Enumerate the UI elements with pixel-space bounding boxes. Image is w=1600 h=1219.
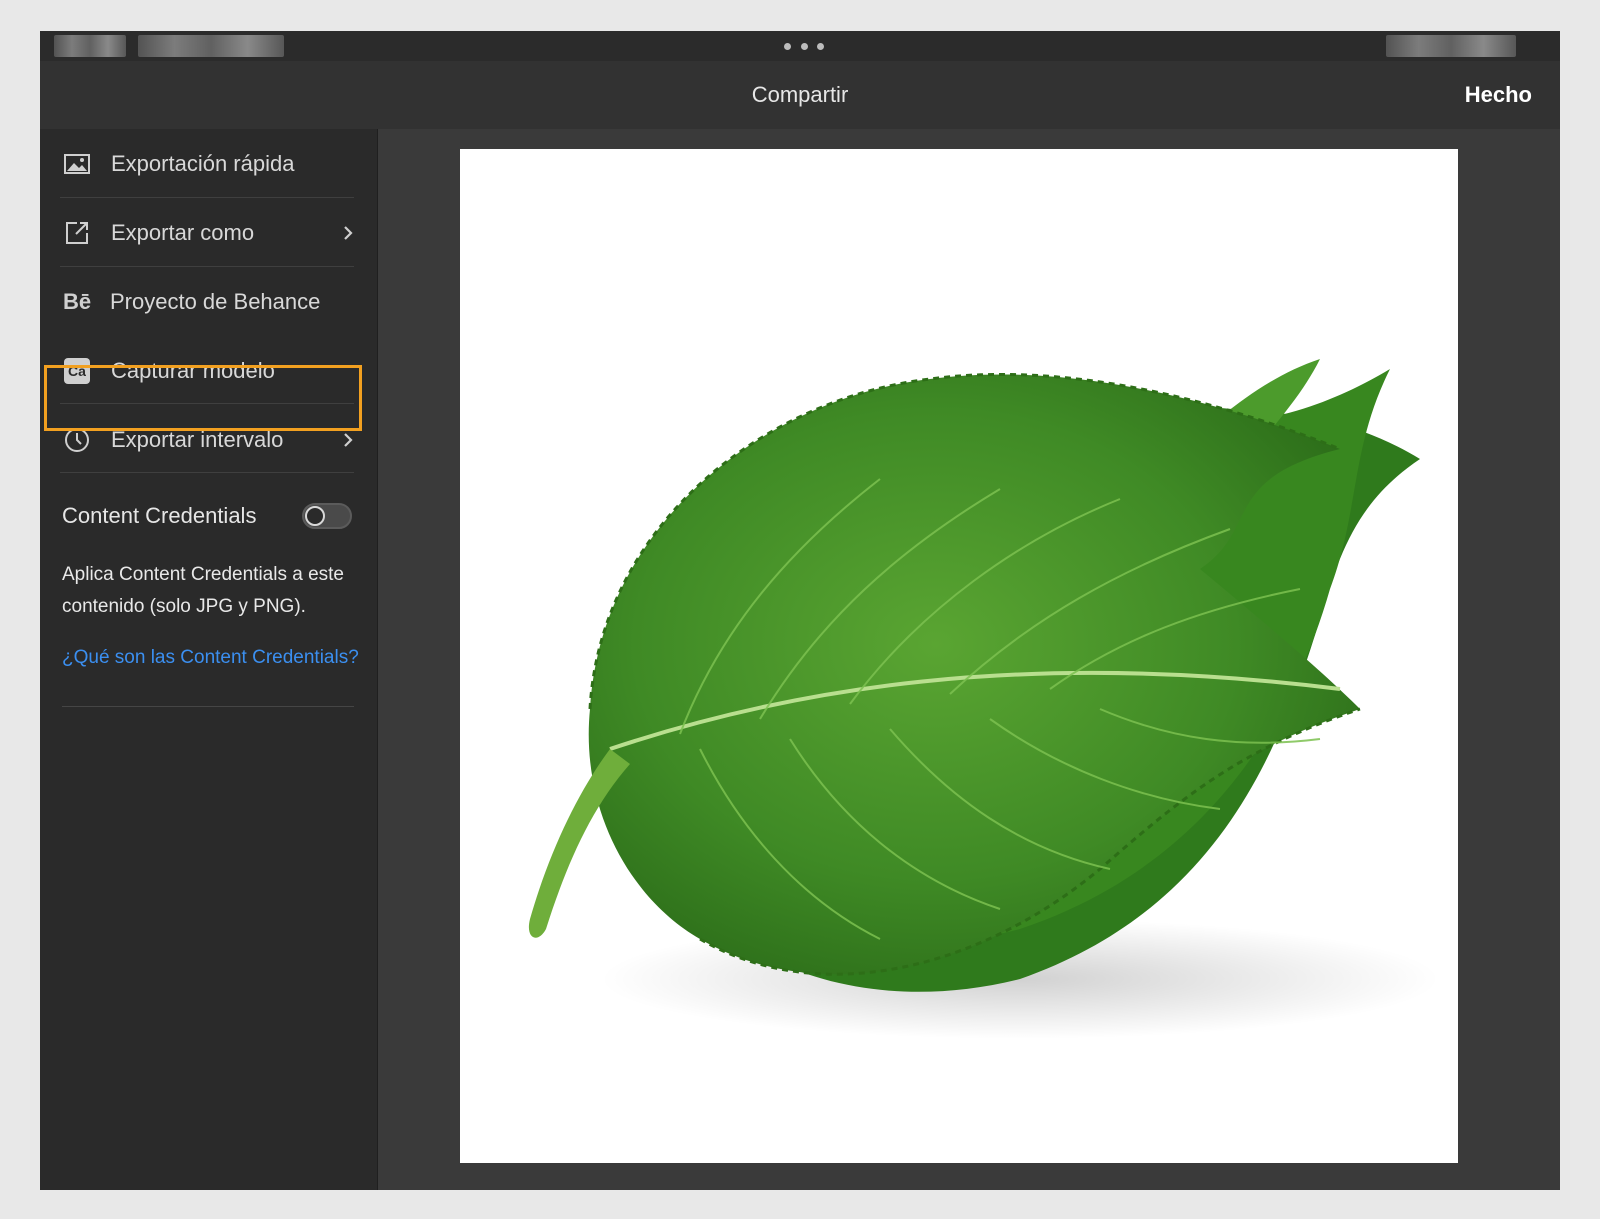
page-title: Compartir (751, 82, 849, 107)
divider (60, 472, 354, 473)
share-panel: Compartir Hecho Exportación rápida Expor… (40, 31, 1560, 1190)
sidebar-item-quick-export[interactable]: Exportación rápida (40, 129, 377, 199)
status-bar-indicators-blurred (1386, 35, 1516, 57)
done-button[interactable]: Hecho (1465, 61, 1532, 129)
header-bar: Compartir Hecho (40, 61, 1560, 129)
sidebar-item-export-as[interactable]: Exportar como (40, 198, 377, 268)
image-preview (460, 149, 1458, 1163)
image-icon (62, 149, 92, 179)
chevron-right-icon (341, 430, 355, 450)
sidebar-item-label: Capturar modelo (111, 358, 275, 383)
leaf-image (528, 359, 1440, 1039)
status-bar-date-blurred (138, 35, 284, 57)
sidebar-item-behance-project[interactable]: Bē Proyecto de Behance (40, 267, 377, 337)
divider (62, 706, 354, 707)
sidebar-item-capture-template[interactable]: Ca Capturar modelo (40, 336, 377, 406)
clock-icon (62, 425, 92, 455)
multitasking-dots-icon[interactable] (784, 39, 824, 53)
capture-icon: Ca (62, 356, 92, 386)
sidebar-item-label: Proyecto de Behance (110, 289, 321, 314)
content-credentials-toggle[interactable] (302, 503, 352, 529)
sidebar-item-export-timelapse[interactable]: Exportar intervalo (40, 405, 377, 475)
content-credentials-label: Content Credentials (62, 503, 257, 528)
status-bar-time-blurred (54, 35, 126, 57)
export-icon (62, 218, 92, 248)
behance-icon: Bē (62, 289, 92, 314)
sidebar-item-label: Exportar como (111, 220, 255, 245)
sidebar: Exportación rápida Exportar como Bē Proy… (40, 129, 377, 1190)
toggle-knob (305, 506, 325, 526)
content-credentials-link[interactable]: ¿Qué son las Content Credentials? (62, 647, 359, 669)
content-credentials-row: Content Credentials (62, 491, 352, 541)
divider (60, 403, 354, 404)
preview-area (378, 129, 1560, 1190)
content-credentials-description: Aplica Content Credentials a este conten… (62, 564, 344, 617)
sidebar-item-label: Exportación rápida (111, 151, 295, 176)
chevron-right-icon (341, 223, 355, 243)
status-bar (40, 31, 1560, 61)
sidebar-item-label: Exportar intervalo (111, 427, 284, 452)
capture-icon-glyph: Ca (64, 358, 90, 384)
